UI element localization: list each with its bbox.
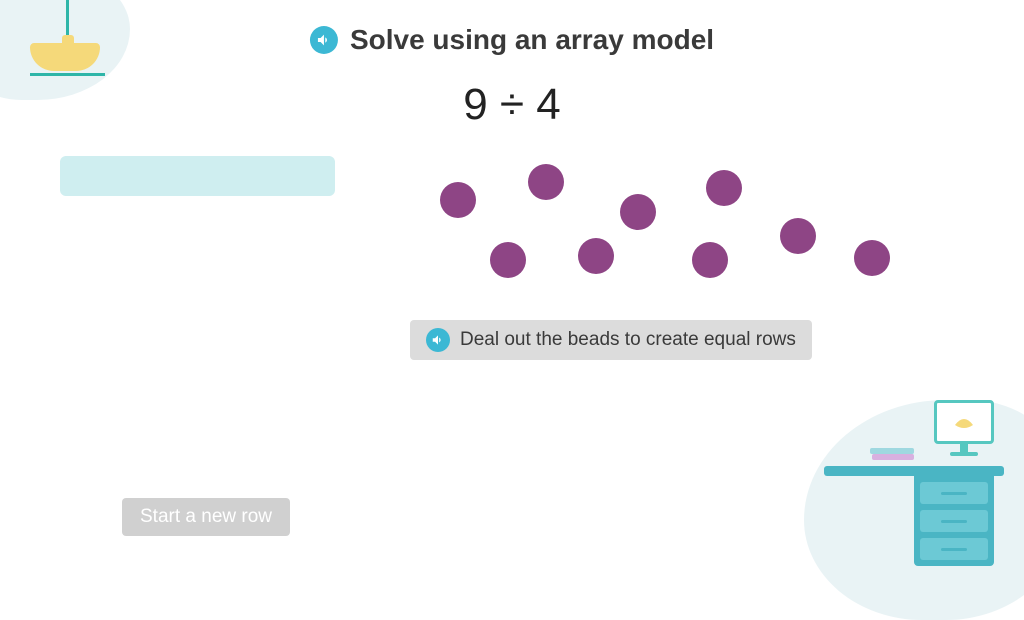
- bead[interactable]: [528, 164, 564, 200]
- bead[interactable]: [620, 194, 656, 230]
- bead[interactable]: [490, 242, 526, 278]
- audio-icon[interactable]: [310, 26, 338, 54]
- desk-decoration: [824, 466, 1004, 566]
- books-decoration: [870, 448, 914, 460]
- bead[interactable]: [706, 170, 742, 206]
- beads-container: [430, 160, 890, 290]
- audio-icon[interactable]: [426, 328, 450, 352]
- bead[interactable]: [854, 240, 890, 276]
- bead[interactable]: [440, 182, 476, 218]
- monitor-decoration: [934, 400, 994, 456]
- problem-expression: 9 ÷ 4: [463, 80, 561, 130]
- bead[interactable]: [692, 242, 728, 278]
- instruction-text: Deal out the beads to create equal rows: [460, 329, 796, 351]
- bead[interactable]: [578, 238, 614, 274]
- start-new-row-button[interactable]: Start a new row: [122, 498, 290, 536]
- instruction-bar: Deal out the beads to create equal rows: [410, 320, 812, 360]
- title-row: Solve using an array model: [310, 24, 714, 56]
- page-title: Solve using an array model: [350, 24, 714, 56]
- array-row-drop-zone[interactable]: [60, 156, 335, 196]
- bead[interactable]: [780, 218, 816, 254]
- lamp-decoration: [30, 0, 105, 76]
